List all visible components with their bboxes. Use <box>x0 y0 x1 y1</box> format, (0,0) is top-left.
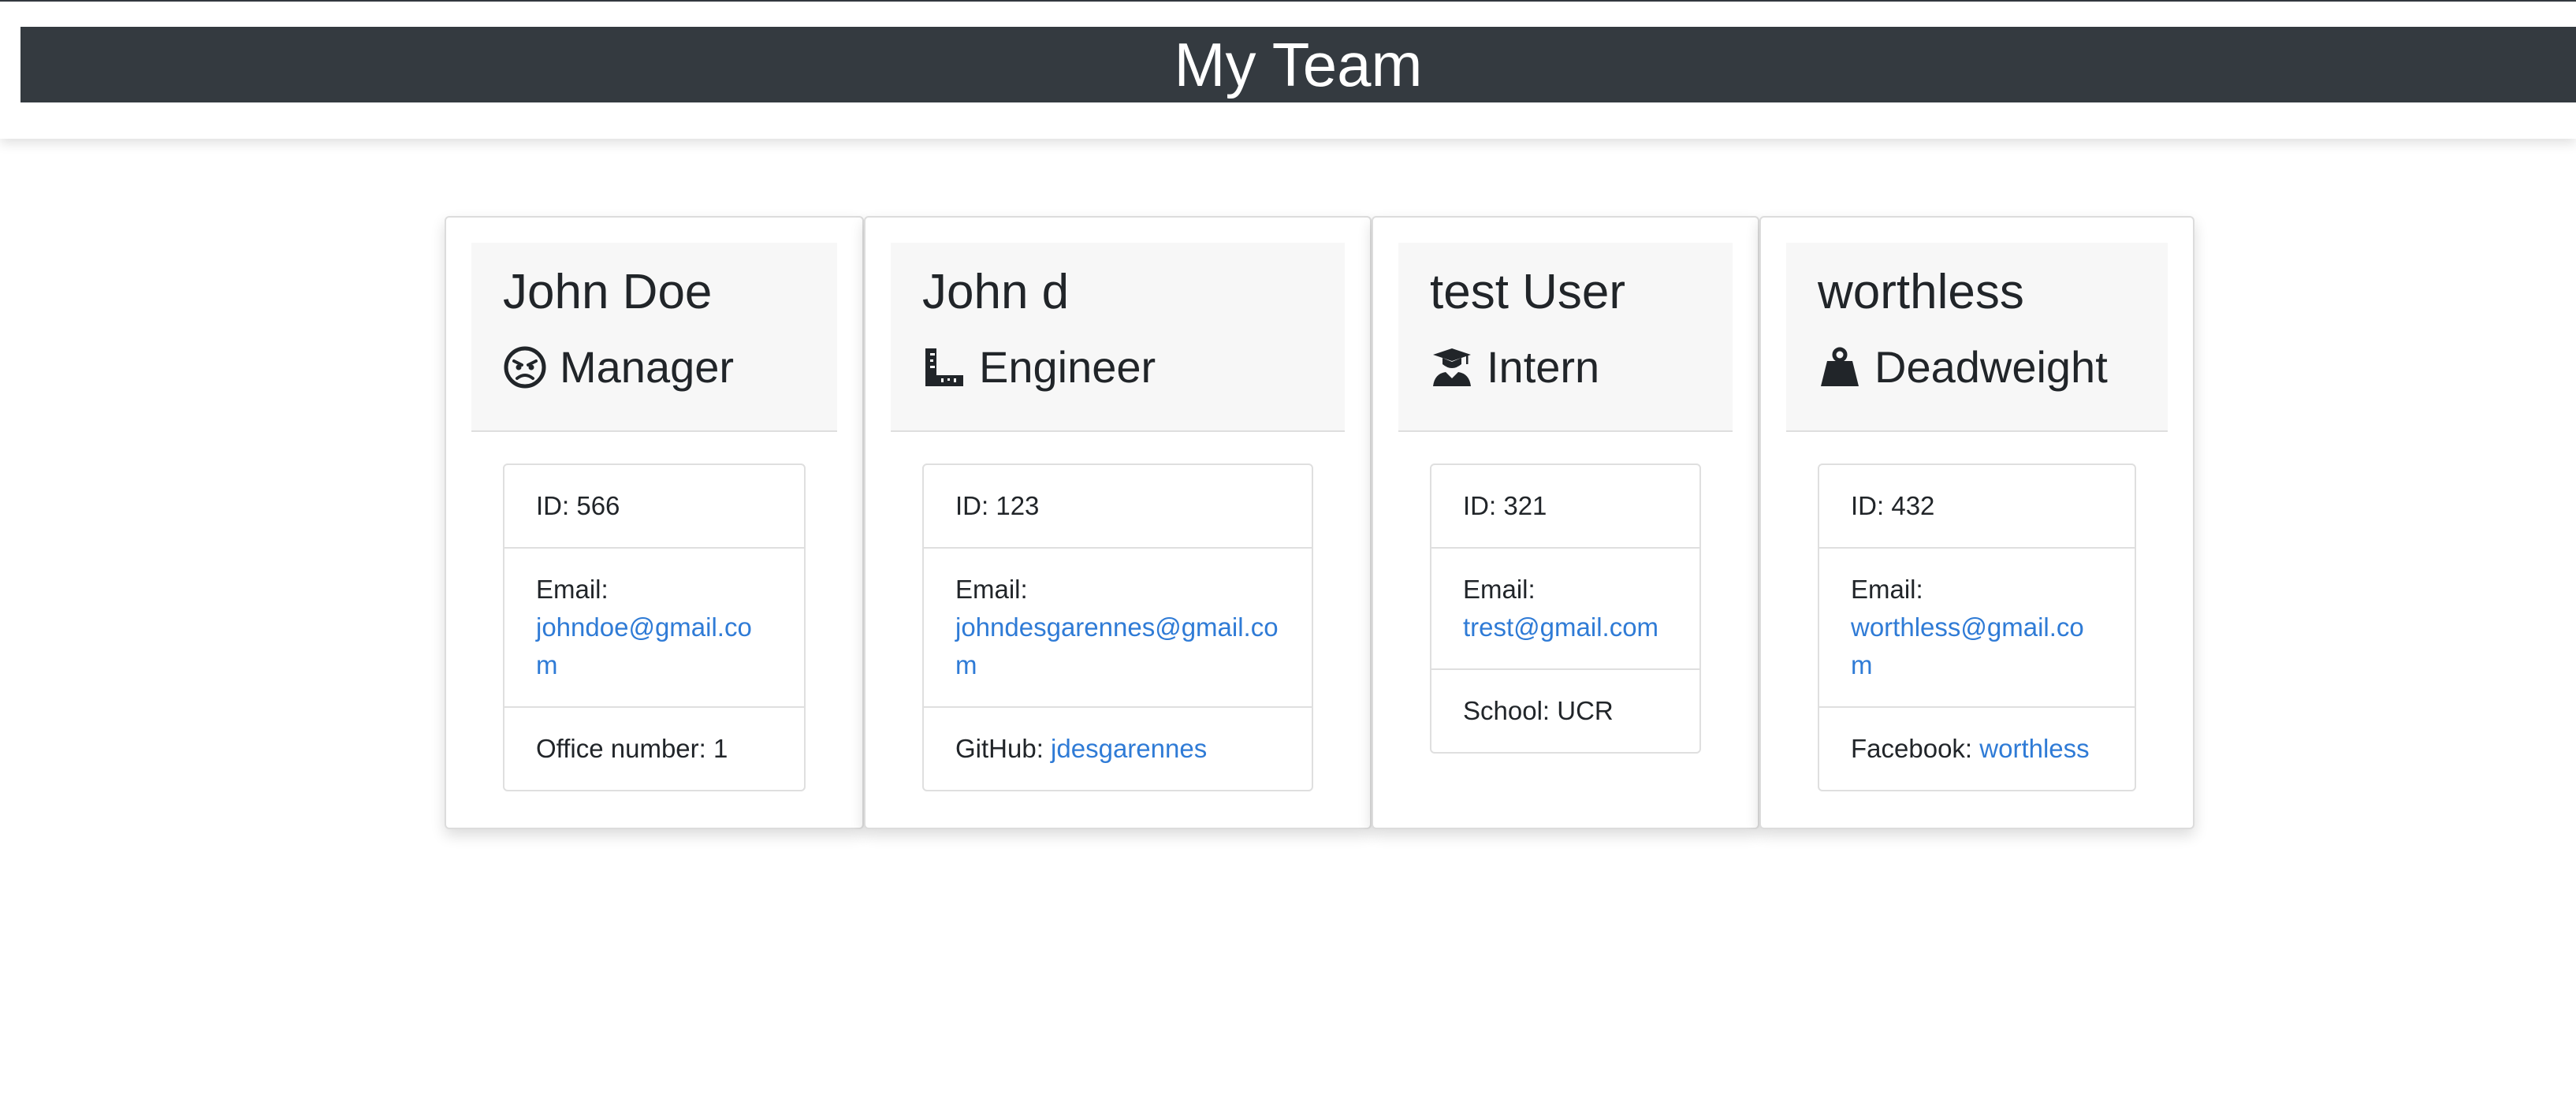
employee-card-engineer: John d Engineer ID: 123 Email: johndesga… <box>864 216 1372 829</box>
employee-details-list: ID: 321 Email: trest@gmail.com School: U… <box>1430 463 1701 754</box>
role-label: Deadweight <box>1874 342 2108 392</box>
page-header: My Team <box>0 2 2576 139</box>
angry-face-icon <box>503 345 547 389</box>
employee-id: ID: 432 <box>1819 465 2135 549</box>
email-label: Email: <box>1463 575 1536 604</box>
facebook-item: Facebook: worthless <box>1819 708 2135 790</box>
employee-role: Manager <box>503 341 734 393</box>
employee-email-item: Email: worthless@gmail.com <box>1819 549 2135 708</box>
employee-name: worthless <box>1818 265 2024 319</box>
email-link[interactable]: worthless@gmail.com <box>1851 612 2084 679</box>
employee-card-manager: John Doe Manager ID: 566 Email: johndoe@… <box>445 216 864 829</box>
employee-id: ID: 321 <box>1431 465 1699 549</box>
employee-email-item: Email: trest@gmail.com <box>1431 549 1699 670</box>
github-link[interactable]: jdesgarennes <box>1051 734 1207 763</box>
employee-card-intern: test User Intern ID: 321 Email: trest@gm… <box>1372 216 1759 829</box>
card-header: John Doe Manager <box>471 243 837 432</box>
employee-details-list: ID: 123 Email: johndesgarennes@gmail.com… <box>922 463 1313 791</box>
facebook-link[interactable]: worthless <box>1979 734 2089 763</box>
github-item: GitHub: jdesgarennes <box>924 708 1312 790</box>
employee-role: Engineer <box>922 341 1156 393</box>
employee-name: test User <box>1430 265 1626 319</box>
email-label: Email: <box>955 575 1028 604</box>
employee-id: ID: 566 <box>504 465 804 549</box>
role-label: Manager <box>560 342 735 392</box>
school-item: School: UCR <box>1463 696 1614 725</box>
employee-name: John Doe <box>503 265 713 319</box>
github-label: GitHub: <box>955 734 1044 763</box>
facebook-label: Facebook: <box>1851 734 1973 763</box>
card-header: worthless Deadweight <box>1786 243 2168 432</box>
email-link[interactable]: johndesgarennes@gmail.com <box>955 612 1279 679</box>
employee-details-list: ID: 432 Email: worthless@gmail.com Faceb… <box>1818 463 2136 791</box>
weight-hanging-icon <box>1818 345 1862 389</box>
role-label: Intern <box>1487 342 1600 392</box>
employee-id: ID: 123 <box>924 465 1312 549</box>
role-label: Engineer <box>979 342 1156 392</box>
employee-card-deadweight: worthless Deadweight ID: 432 Email: wort… <box>1759 216 2194 829</box>
employee-role: Deadweight <box>1818 341 2108 393</box>
office-number: Office number: 1 <box>536 734 728 763</box>
card-header: test User Intern <box>1398 243 1733 432</box>
ruler-combined-icon <box>922 345 966 389</box>
employee-name: John d <box>922 265 1070 319</box>
employee-role: Intern <box>1430 341 1599 393</box>
header-bar: My Team <box>20 27 2576 102</box>
email-label: Email: <box>536 575 609 604</box>
employee-email-item: Email: johndoe@gmail.com <box>504 549 804 708</box>
card-header: John d Engineer <box>891 243 1345 432</box>
employee-details-list: ID: 566 Email: johndoe@gmail.com Office … <box>503 463 806 791</box>
email-label: Email: <box>1851 575 1923 604</box>
graduate-icon <box>1430 345 1474 389</box>
page-title: My Team <box>1174 30 1423 99</box>
email-link[interactable]: johndoe@gmail.com <box>536 612 752 679</box>
email-link[interactable]: trest@gmail.com <box>1463 612 1658 642</box>
employee-email-item: Email: johndesgarennes@gmail.com <box>924 549 1312 708</box>
